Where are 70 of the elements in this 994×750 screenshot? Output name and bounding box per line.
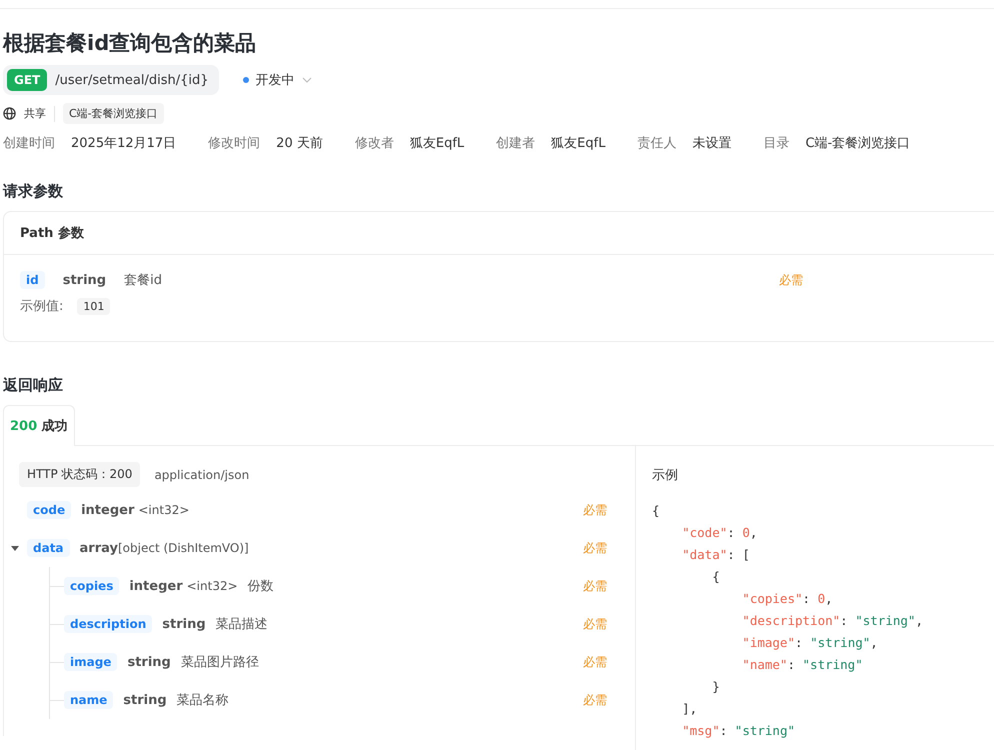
example-title: 示例 [652,468,678,483]
field-description: 菜品图片路径 [180,654,259,671]
required-label: 必需 [583,578,607,594]
param-name: id [20,271,45,289]
code-line: "data": [ [681,546,751,564]
field-name: name [64,691,114,709]
field-type: integer [129,578,183,594]
meta-label: 修改者 [354,135,394,152]
required-label: 必需 [583,616,607,632]
code-line: "description": "string", [741,612,924,630]
meta-label: 修改时间 [208,135,260,152]
field-type: array [80,540,118,556]
meta-label: 创建时间 [3,135,55,152]
section-heading: 请求参数 [3,182,64,201]
field-type: integer [81,502,134,518]
meta-value: 狐友EqfL [410,135,464,152]
param-type: string [62,272,106,288]
example-value: 101 [77,298,110,314]
code-line: "image": "string", [741,634,879,652]
example-label: 示例值: [20,298,64,315]
field-name: code [27,501,72,519]
field-type: string [127,654,171,670]
status-code-tag: HTTP 状态码：200 [19,462,140,487]
field-format: <int32> [138,503,190,517]
code-line: } [711,678,721,696]
meta-value: C端-套餐浏览接口 [805,135,910,152]
globe-icon [3,107,16,120]
required-label: 必需 [779,272,803,288]
meta-value: 狐友EqfL [551,135,606,152]
code-line: "copies": 0, [741,590,834,608]
share-label: 共享 [24,106,46,121]
chevron-down-icon [302,77,312,83]
meta-value: 2025年12月17日 [71,135,176,152]
caret-icon[interactable] [11,544,19,552]
field-description: 份数 [248,578,274,595]
field-name: data [27,539,70,557]
meta-value: 20 天前 [276,135,323,152]
field-name: description [64,615,152,633]
method-badge: GET [7,69,48,91]
page-title: 根据套餐id查询包含的菜品 [3,30,258,57]
required-label: 必需 [583,654,607,670]
field-type: string [162,616,206,632]
code-line: { [711,568,721,586]
code-line: "msg": "string" [681,722,796,740]
field-format: <int32> [186,579,238,593]
required-label: 必需 [583,502,607,518]
required-label: 必需 [583,540,607,556]
field-format: [object (DishItemVO)] [118,541,249,555]
code-line: "name": "string" [741,656,864,674]
field-description: 菜品描述 [216,616,268,633]
code-line: ], [681,700,698,718]
field-description: 菜品名称 [176,692,229,709]
status-dropdown[interactable]: 开发中 [242,71,312,89]
meta-label: 目录 [763,135,790,152]
field-name: image [64,653,118,671]
code-line: { [652,502,661,520]
meta-value: 未设置 [692,135,732,152]
field-name: copies [64,577,120,595]
field-type: string [123,692,167,708]
code-line: "code": 0, [681,524,758,542]
card-header: Path 参数 [4,212,994,255]
meta-label: 创建者 [496,135,536,152]
endpoint-path: /user/setmeal/dish/{id} [55,72,208,88]
required-label: 必需 [583,692,607,708]
param-description: 套餐id [124,272,162,289]
meta-label: 责任人 [637,135,676,152]
content-type: application/json [154,468,250,482]
folder-tag[interactable]: C端-套餐浏览接口 [63,103,164,124]
section-heading: 返回响应 [3,376,64,395]
response-tab[interactable]: 200 成功 [3,405,75,446]
